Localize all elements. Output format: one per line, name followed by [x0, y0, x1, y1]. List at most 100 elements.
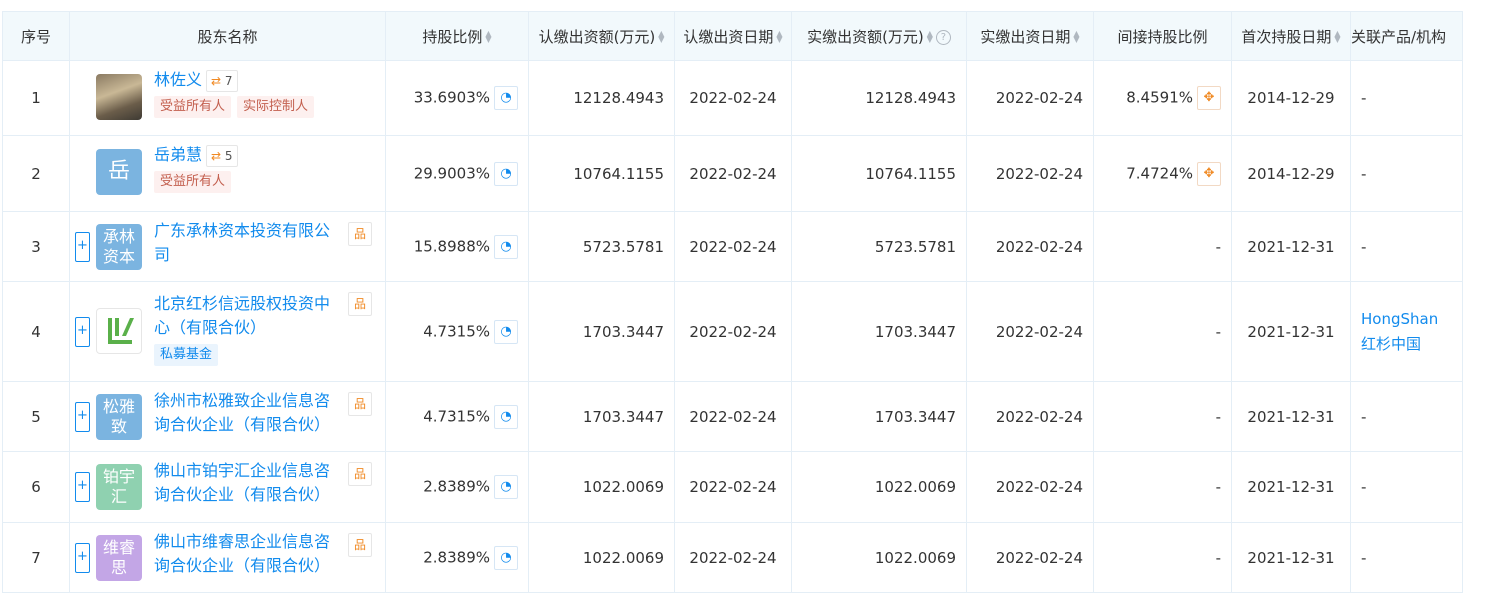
path-badge[interactable]: ⇄ 7 — [206, 69, 238, 92]
name-block: 北京红杉信远股权投资中心（有限合伙） 私募基金 — [154, 292, 344, 366]
pie-chart-icon[interactable]: ◔ — [494, 86, 518, 110]
tag-beneficial-owner: 受益所有人 — [154, 171, 232, 193]
avatar[interactable]: 铂宇汇 — [96, 464, 142, 510]
indirect-cell: - — [1093, 381, 1232, 452]
header-sub-amount[interactable]: 认缴出资额(万元) ▲ ▼ — [528, 11, 675, 61]
first-date-cell: 2021-12-31 — [1231, 211, 1351, 282]
sub-date-cell: 2022-02-24 — [674, 381, 792, 452]
pie-chart-icon[interactable]: ◔ — [494, 161, 518, 186]
org-chart-icon[interactable]: 品 — [348, 292, 372, 316]
plus-icon: + — [77, 478, 88, 493]
first-date-cell: 2021-12-31 — [1231, 381, 1351, 452]
pie-chart-icon[interactable]: ◔ — [494, 475, 518, 499]
indirect-cell: - — [1093, 451, 1232, 523]
sub-date-cell: 2022-02-24 — [674, 60, 792, 136]
name-block: 徐州市松雅致企业信息咨询合伙企业（有限合伙） — [154, 389, 344, 437]
sub-amount-cell: 12128.4943 — [528, 60, 675, 136]
seq-cell: 5 — [2, 381, 70, 452]
org-chart-icon[interactable]: 品 — [348, 533, 372, 557]
sub-date-cell: 2022-02-24 — [674, 522, 792, 593]
sort-icon[interactable]: ▲ ▼ — [1073, 30, 1079, 44]
pie-chart-icon[interactable]: ◔ — [494, 234, 518, 259]
shareholder-name-link[interactable]: 佛山市维睿思企业信息咨询合伙企业（有限合伙） — [154, 532, 330, 575]
name-cell: + 承林资本 广东承林资本投资有限公司 品 — [69, 211, 386, 282]
table-row: 6 + 铂宇汇 佛山市铂宇汇企业信息咨询合伙企业（有限合伙） 品 2.8389%… — [2, 451, 1463, 523]
org-chart-icon[interactable]: 品 — [348, 222, 372, 246]
sub-amount-cell: 1703.3447 — [528, 381, 675, 452]
indirect-cell: - — [1093, 211, 1232, 282]
first-date-cell: 2021-12-31 — [1231, 281, 1351, 382]
seq-cell: 3 — [2, 211, 70, 282]
related-cell: - — [1350, 522, 1463, 593]
path-badge[interactable]: ⇄ 5 — [206, 144, 238, 167]
shareholder-name-link[interactable]: 林佐义 — [154, 70, 202, 89]
question-icon[interactable]: ? — [935, 29, 951, 45]
sub-amount-cell: 1022.0069 — [528, 522, 675, 593]
header-sub-date[interactable]: 认缴出资日期 ▲ ▼ — [674, 11, 792, 61]
indirect-path-icon[interactable]: ✥ — [1197, 86, 1221, 110]
related-cell: - — [1350, 451, 1463, 523]
avatar[interactable]: 承林资本 — [96, 223, 142, 270]
sort-icon[interactable]: ▲ ▼ — [1334, 30, 1340, 44]
indirect-path-icon[interactable]: ✥ — [1197, 161, 1221, 186]
table-row: 5 + 松雅致 徐州市松雅致企业信息咨询合伙企业（有限合伙） 品 4.7315%… — [2, 381, 1463, 452]
expand-button[interactable]: + — [75, 542, 90, 573]
paid-amount-cell: 1703.3447 — [791, 281, 967, 382]
shareholder-name-link[interactable]: 岳弟慧 — [154, 145, 202, 164]
related-cell: - — [1350, 135, 1463, 212]
paid-amount-cell: 1022.0069 — [791, 451, 967, 523]
avatar[interactable]: 松雅致 — [96, 393, 142, 440]
sub-date-cell: 2022-02-24 — [674, 281, 792, 382]
table-row: 1 林佐义 ⇄ 7 受益所有人 实际控制人 33.6903% ◔ 12128.4943… — [2, 60, 1463, 136]
paid-amount-cell: 5723.5781 — [791, 211, 967, 282]
paid-date-cell: 2022-02-24 — [966, 381, 1094, 452]
related-cell: - — [1350, 211, 1463, 282]
fund-logo-icon[interactable] — [96, 308, 142, 354]
sort-icon[interactable]: ▲ ▼ — [485, 30, 491, 44]
ratio-cell: 29.9003% ◔ — [385, 135, 529, 212]
sort-icon[interactable]: ▲ ▼ — [776, 30, 782, 44]
header-ratio[interactable]: 持股比例 ▲ ▼ — [385, 11, 529, 61]
org-chart-icon[interactable]: 品 — [348, 392, 372, 416]
name-cell: + 北京红杉信远股权投资中心（有限合伙） 私募基金 品 — [69, 281, 386, 382]
indirect-cell: 8.4591% ✥ — [1093, 60, 1232, 136]
name-cell: + 松雅致 徐州市松雅致企业信息咨询合伙企业（有限合伙） 品 — [69, 381, 386, 452]
seq-cell: 4 — [2, 281, 70, 382]
first-date-cell: 2021-12-31 — [1231, 451, 1351, 523]
shareholder-name-link[interactable]: 广东承林资本投资有限公司 — [154, 221, 330, 264]
header-paid-amount[interactable]: 实缴出资额(万元) ▲ ▼? — [791, 11, 967, 61]
shareholder-name-link[interactable]: 徐州市松雅致企业信息咨询合伙企业（有限合伙） — [154, 391, 330, 434]
shareholder-name-link[interactable]: 北京红杉信远股权投资中心（有限合伙） — [154, 294, 330, 337]
header-indirect: 间接持股比例 — [1093, 11, 1232, 61]
related-product-link[interactable]: HongShan红杉中国 — [1361, 307, 1451, 357]
paid-date-cell: 2022-02-24 — [966, 211, 1094, 282]
sub-date-cell: 2022-02-24 — [674, 211, 792, 282]
expand-button[interactable]: + — [75, 401, 90, 432]
pie-chart-icon[interactable]: ◔ — [494, 404, 518, 429]
name-block: 林佐义 ⇄ 7 受益所有人 实际控制人 — [154, 68, 344, 118]
first-date-cell: 2021-12-31 — [1231, 522, 1351, 593]
sub-amount-cell: 1022.0069 — [528, 451, 675, 523]
avatar[interactable] — [96, 74, 142, 120]
pie-chart-icon[interactable]: ◔ — [494, 545, 518, 570]
avatar[interactable]: 维睿思 — [96, 534, 142, 581]
pie-chart-icon[interactable]: ◔ — [494, 319, 518, 344]
name-block: 佛山市维睿思企业信息咨询合伙企业（有限合伙） — [154, 530, 344, 578]
first-date-cell: 2014-12-29 — [1231, 135, 1351, 212]
shareholder-table: 序号 股东名称 持股比例 ▲ ▼ 认缴出资额(万元) ▲ ▼ 认缴出资日期 ▲ ▼ 实缴出资… — [2, 11, 1463, 593]
table-row: 4 + 北京红杉信远股权投资中心（有限合伙） 私募基金 品 4.7315% ◔ … — [2, 281, 1463, 382]
header-paid-date[interactable]: 实缴出资日期 ▲ ▼ — [966, 11, 1094, 61]
paid-date-cell: 2022-02-24 — [966, 60, 1094, 136]
shareholder-name-link[interactable]: 佛山市铂宇汇企业信息咨询合伙企业（有限合伙） — [154, 461, 330, 504]
sort-icon[interactable]: ▲ ▼ — [927, 30, 933, 44]
expand-button[interactable]: + — [75, 316, 90, 347]
expand-button[interactable]: + — [75, 472, 90, 502]
path-icon: ⇄ — [211, 73, 222, 88]
expand-button[interactable]: + — [75, 231, 90, 262]
org-chart-icon[interactable]: 品 — [348, 462, 372, 486]
sort-icon[interactable]: ▲ ▼ — [658, 30, 664, 44]
header-first-date[interactable]: 首次持股日期 ▲ ▼ — [1231, 11, 1351, 61]
avatar[interactable]: 岳 — [96, 149, 142, 195]
plus-icon: + — [77, 548, 88, 564]
related-cell: HongShan红杉中国 — [1350, 281, 1463, 382]
